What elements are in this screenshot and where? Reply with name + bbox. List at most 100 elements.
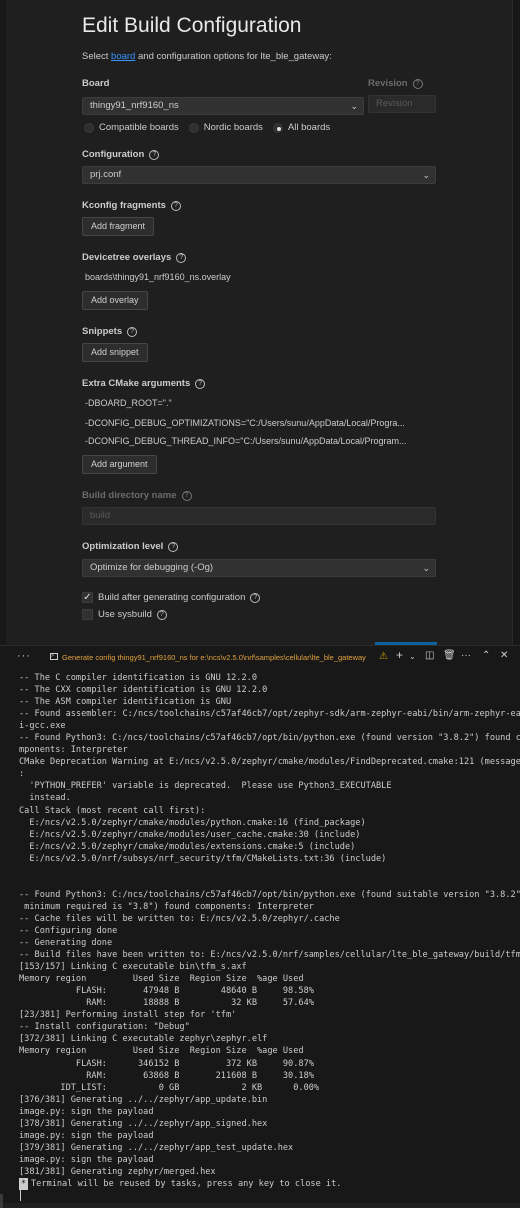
optimization-select-value: Optimize for debugging (-Og) [90, 562, 214, 573]
chevron-down-icon[interactable]: ⌄ [409, 652, 416, 661]
panel-header: ··· > Generate config thingy91_nrf9160_n… [0, 646, 520, 668]
board-select[interactable]: thingy91_nrf9160_ns ⌄ [82, 97, 364, 115]
sysbuild-checkbox-row[interactable]: Use sysbuild? [82, 609, 167, 620]
terminal-panel: ··· > Generate config thingy91_nrf9160_n… [0, 645, 520, 1208]
cmake-args-label: Extra CMake arguments? [82, 378, 206, 389]
more-icon[interactable]: ··· [461, 650, 471, 661]
revision-label: Revision? [368, 78, 423, 89]
help-icon[interactable]: ? [168, 541, 179, 552]
build-dir-input[interactable]: build [82, 507, 436, 525]
help-icon[interactable]: ? [127, 326, 138, 337]
help-icon[interactable]: ? [181, 490, 192, 501]
help-icon[interactable]: ? [156, 609, 167, 620]
terminal-line: -- Install configuration: "Debug" [19, 1022, 190, 1033]
checkbox-checked-icon[interactable]: ✓ [82, 592, 93, 603]
terminal-line: CMake Deprecation Warning at E:/ncs/v2.5… [19, 757, 520, 768]
board-label: Board [82, 78, 109, 89]
terminal-line: minimum required is "3.8") found compone… [19, 901, 314, 912]
terminal-line: -- Found assembler: C:/ncs/toolchains/c5… [19, 709, 520, 720]
terminal-line: [23/381] Performing install step for 'tf… [19, 1010, 237, 1021]
cmake-arg[interactable]: -DCONFIG_DEBUG_OPTIMIZATIONS="C:/Users/s… [85, 418, 405, 428]
trash-icon[interactable]: 🗑 [443, 650, 456, 661]
devicetree-label: Devicetree overlays? [82, 252, 187, 263]
cmake-arg[interactable]: -DBOARD_ROOT="." [85, 398, 172, 408]
terminal-line: E:/ncs/v2.5.0/zephyr/cmake/modules/pytho… [19, 817, 366, 828]
terminal-line: -- Found Python3: C:/ncs/toolchains/c57a… [19, 733, 520, 744]
optimization-select[interactable]: Optimize for debugging (-Og) ⌄ [82, 559, 436, 577]
close-icon[interactable]: ✕ [500, 650, 508, 661]
sash-handle[interactable] [0, 1194, 3, 1208]
more-icon[interactable]: ··· [17, 650, 31, 662]
intro-suffix: and configuration options for lte_ble_ga… [135, 51, 332, 62]
radio-label: All boards [287, 122, 331, 133]
terminal-line: -- Found Python3: C:/ncs/toolchains/c57a… [19, 889, 520, 900]
terminal-line: Call Stack (most recent call first): [19, 805, 206, 816]
terminal-line: -- The CXX compiler identification is GN… [19, 685, 268, 696]
terminal-line: E:/ncs/v2.5.0/nrf/subsys/nrf_security/tf… [19, 853, 387, 864]
terminal-line: FLASH: 346152 B 372 KB 90.87% [19, 1058, 314, 1069]
add-argument-button[interactable]: Add argument [82, 455, 157, 474]
radio-compatible-boards[interactable]: Compatible boards [84, 122, 179, 133]
terminal-line: [376/381] Generating ../../zephyr/app_up… [19, 1094, 268, 1105]
terminal-line: instead. [19, 793, 71, 804]
chevron-down-icon: ⌄ [422, 563, 430, 573]
terminal-tab-title[interactable]: Generate config thingy91_nrf9160_ns for … [62, 653, 366, 662]
chevron-down-icon: ⌄ [422, 170, 430, 180]
add-snippet-button[interactable]: Add snippet [82, 343, 148, 362]
help-icon[interactable]: ? [195, 378, 206, 389]
snippets-label-text: Snippets [82, 326, 123, 337]
build-config-editor: Edit Build Configuration Select board an… [0, 0, 520, 645]
build-dir-placeholder: build [90, 510, 111, 521]
terminal-output[interactable]: -- The C compiler identification is GNU … [19, 672, 520, 1202]
terminal-line: -- Configuring done [19, 925, 118, 936]
snippets-label: Snippets? [82, 326, 138, 337]
add-icon[interactable]: + [396, 648, 403, 662]
terminal-line: -- The ASM compiler identification is GN… [19, 697, 232, 708]
board-link[interactable]: board [111, 51, 135, 62]
terminal-line: -- Build files have been written to: E:/… [19, 950, 520, 961]
terminal-line: -- The C compiler identification is GNU … [19, 673, 257, 683]
radio-dot [188, 122, 199, 133]
terminal-icon: > [50, 653, 58, 660]
help-icon[interactable]: ? [412, 78, 423, 89]
task-marker-icon: * [19, 1177, 28, 1191]
configuration-select[interactable]: prj.conf ⌄ [82, 166, 436, 184]
terminal-line: image.py: sign the payload [19, 1106, 154, 1117]
help-icon[interactable]: ? [250, 592, 261, 603]
chevron-down-icon: ⌄ [350, 101, 358, 111]
optimization-label: Optimization level? [82, 541, 179, 552]
radio-all-boards[interactable]: All boards [272, 122, 331, 133]
revision-input[interactable]: Revision [368, 95, 436, 113]
terminal-line: E:/ncs/v2.5.0/zephyr/cmake/modules/user_… [19, 829, 361, 840]
terminal-line: E:/ncs/v2.5.0/zephyr/cmake/modules/exten… [19, 841, 356, 852]
cmake-arg[interactable]: -DCONFIG_DEBUG_THREAD_INFO="C:/Users/sun… [85, 436, 407, 446]
radio-dot [84, 122, 94, 133]
split-icon[interactable]: ◫ [425, 650, 434, 661]
cmake-args-label-text: Extra CMake arguments [82, 378, 191, 389]
checkbox-icon[interactable] [82, 609, 93, 620]
help-icon[interactable]: ? [176, 252, 187, 263]
terminal-line: image.py: sign the payload [19, 1154, 154, 1165]
help-icon[interactable]: ? [149, 149, 160, 160]
build-after-checkbox-row[interactable]: ✓ Build after generating configuration? [82, 592, 261, 603]
terminal-line: RAM: 63868 B 211608 B 30.18% [19, 1070, 314, 1081]
kconfig-label: Kconfig fragments? [82, 200, 181, 211]
terminal-line: i-gcc.exe [19, 721, 66, 732]
terminal-line: -- Cache files will be written to: E:/nc… [19, 913, 340, 924]
radio-label: Nordic boards [203, 122, 263, 133]
help-icon[interactable]: ? [170, 200, 181, 211]
terminal-cursor [20, 1190, 21, 1202]
activity-strip [0, 0, 6, 645]
terminal-line: RAM: 18888 B 32 KB 57.64% [19, 998, 314, 1009]
warning-icon: ⚠ [379, 651, 388, 662]
intro-text: Select board and configuration options f… [82, 51, 332, 62]
reuse-message: Terminal will be reused by tasks, press … [31, 1178, 342, 1189]
add-overlay-button[interactable]: Add overlay [82, 291, 148, 310]
chevron-up-icon[interactable]: ⌃ [482, 650, 490, 661]
intro-prefix: Select [82, 51, 112, 62]
radio-nordic-boards[interactable]: Nordic boards [188, 122, 263, 133]
add-fragment-button[interactable]: Add fragment [82, 217, 155, 236]
page-title: Edit Build Configuration [82, 14, 302, 37]
editor-scrollbar[interactable] [512, 0, 520, 645]
